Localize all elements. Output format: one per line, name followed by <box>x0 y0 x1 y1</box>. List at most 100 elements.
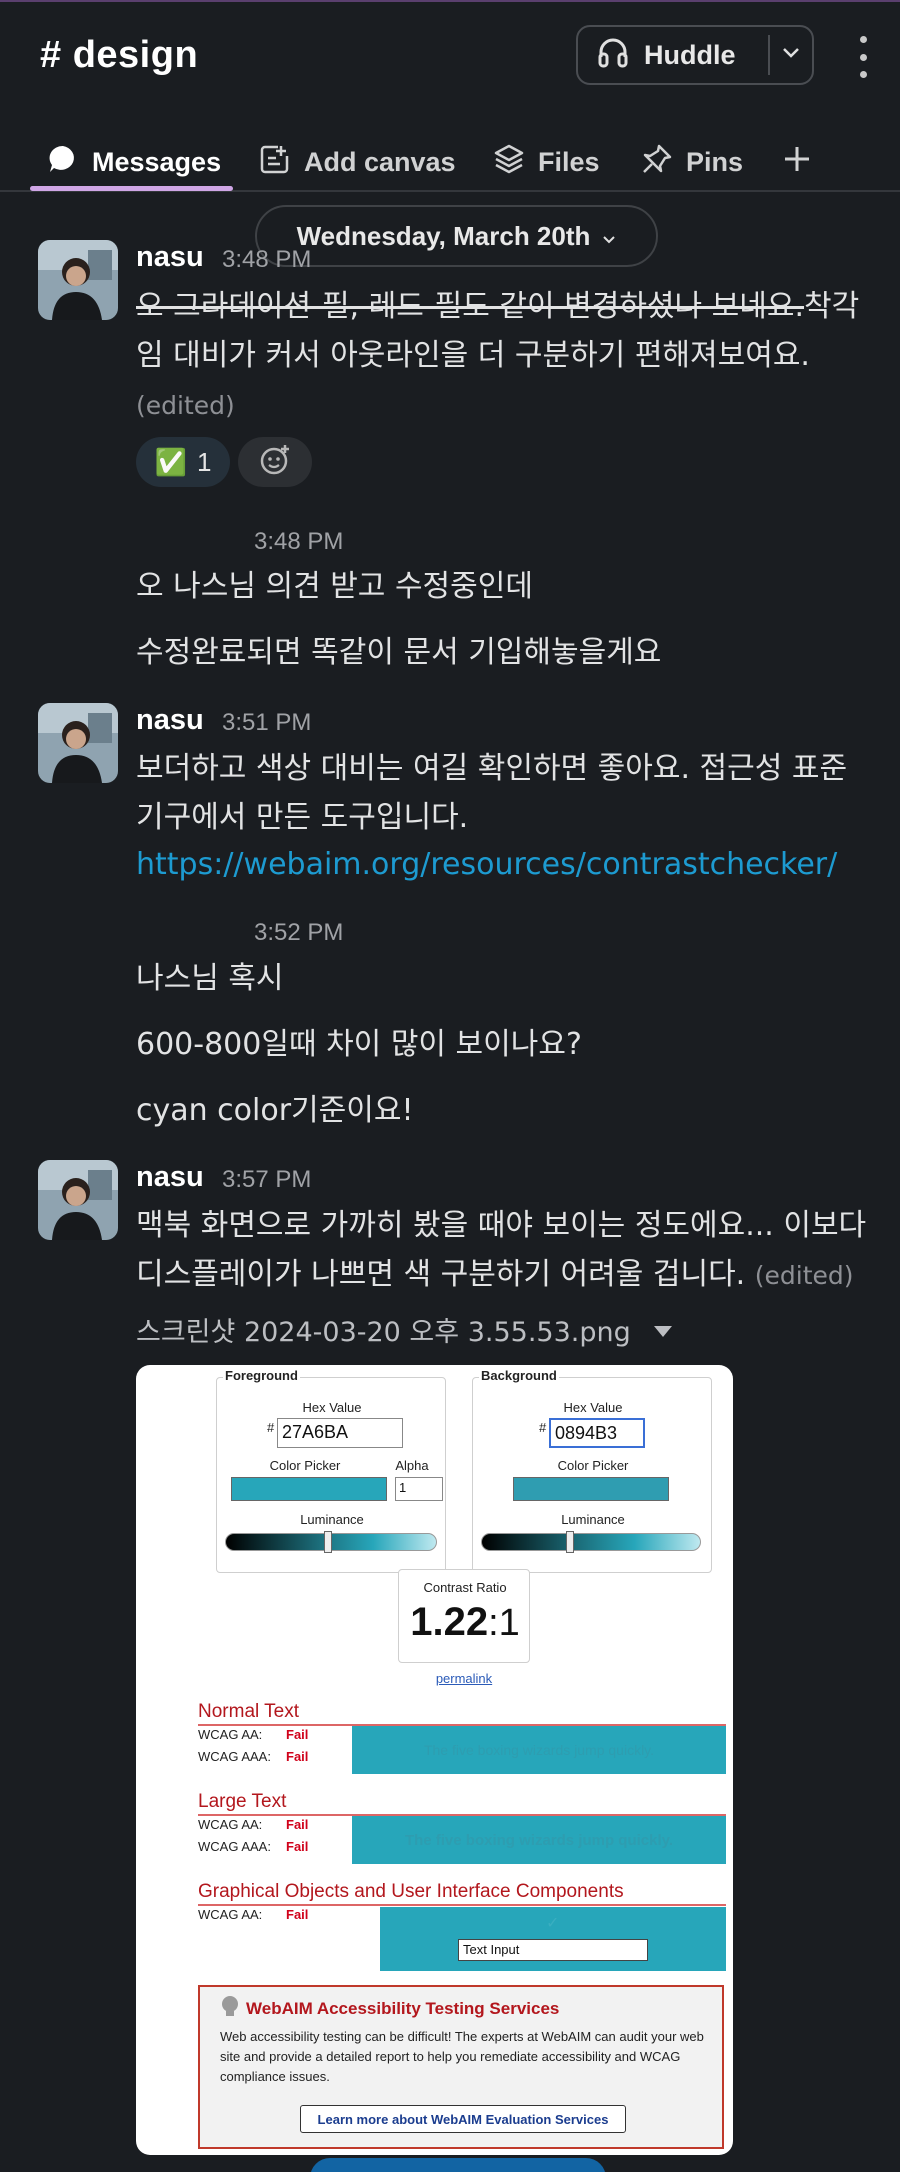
section-divider <box>198 1904 726 1906</box>
tab-pins[interactable]: Pins <box>640 132 743 192</box>
wcag-result: Fail <box>286 1817 309 1832</box>
caret-down-icon[interactable] <box>653 1314 673 1345</box>
tab-label: Files <box>538 146 600 177</box>
canvas-icon <box>258 142 292 183</box>
contrast-ratio-value: 1.22:1 <box>399 1600 531 1645</box>
reaction-pill[interactable]: ✅ 1 <box>136 437 230 487</box>
tab-label: Add canvas <box>304 146 456 177</box>
jump-to-recent-button[interactable] <box>310 2158 606 2172</box>
wcag-result: Fail <box>286 1839 309 1854</box>
edited-marker: (edited) <box>754 1261 854 1290</box>
avatar[interactable] <box>38 1160 118 1240</box>
message-author[interactable]: nasu <box>136 1161 204 1194</box>
alpha-label: Alpha <box>395 1458 429 1473</box>
message-text: 수정완료되면 똑같이 문서 기입해놓을게요 <box>136 635 662 670</box>
attachment-filename[interactable]: 스크린샷 2024-03-20 오후 3.55.53.png <box>136 1310 673 1349</box>
wcag-result: Fail <box>286 1727 309 1742</box>
pin-icon <box>640 142 674 183</box>
ad-heading: WebAIM Accessibility Testing Services <box>220 1995 559 2022</box>
message-timestamp[interactable]: 3:48 PM <box>254 528 343 556</box>
message-text: 오 그라데이션-필, 레드-필도 같이 변경하셨나 보네요.착각임 대비가 커서… <box>136 282 876 430</box>
huddle-button-group: Huddle <box>576 25 814 85</box>
message-link[interactable]: https://webaim.org/resources/contrastche… <box>136 840 876 889</box>
wcag-result: Fail <box>286 1907 309 1922</box>
hash-label: # <box>539 1420 547 1435</box>
tab-label: Pins <box>686 146 744 177</box>
message-text: 600-800일때 차이 많이 보이나요? <box>136 1027 582 1062</box>
message-text: 오 나스님 의견 받고 수정중인데 <box>136 569 533 604</box>
date-divider-label: Wednesday, March 20th <box>296 220 591 251</box>
wcag-label: WCAG AA: <box>198 1907 263 1922</box>
message-timestamp[interactable]: 3:48 PM <box>222 246 311 274</box>
add-reaction-button[interactable] <box>238 437 312 487</box>
background-legend: Background <box>479 1368 559 1383</box>
background-panel: Background Hex Value # 0894B3 Color Pick… <box>472 1368 712 1573</box>
foreground-panel: Foreground Hex Value # 27A6BA Color Pick… <box>216 1368 446 1573</box>
channel-header: # design Huddle <box>0 0 900 118</box>
foreground-color-picker[interactable] <box>231 1477 387 1501</box>
huddle-options-button[interactable] <box>770 27 812 83</box>
foreground-legend: Foreground <box>223 1368 300 1383</box>
check-mark-emoji-icon: ✅ <box>154 446 187 477</box>
message-timestamp[interactable]: 3:51 PM <box>222 709 311 737</box>
wcag-result: Fail <box>286 1749 309 1764</box>
background-color-picker[interactable] <box>513 1477 669 1501</box>
background-luminance-slider[interactable] <box>481 1531 701 1553</box>
attachment-image[interactable]: Foreground Hex Value # 27A6BA Color Pick… <box>136 1365 733 2155</box>
message-timestamp[interactable]: 3:52 PM <box>254 919 343 947</box>
channel-title[interactable]: # design <box>40 34 198 77</box>
wcag-label: WCAG AA: <box>198 1727 263 1742</box>
huddle-button[interactable]: Huddle <box>578 27 768 83</box>
hash-label: # <box>267 1420 275 1435</box>
ui-component-sample: ✓ Text Input <box>380 1907 726 1971</box>
channel-tabs: Messages Add canvas Files Pins <box>0 118 900 192</box>
tab-files[interactable]: Files <box>492 132 600 192</box>
contrast-ratio-label: Contrast Ratio <box>423 1580 507 1595</box>
hex-label: Hex Value <box>563 1400 623 1415</box>
wcag-label: WCAG AAA: <box>198 1839 271 1854</box>
reaction-count: 1 <box>196 446 212 477</box>
attachment-name: 스크린샷 2024-03-20 오후 3.55.53.png <box>136 1317 631 1348</box>
plus-icon <box>782 144 812 181</box>
text-input-sample[interactable]: Text Input <box>458 1939 648 1961</box>
files-stack-icon <box>492 142 526 183</box>
normal-text-sample: The five boxing wizards jump quickly. <box>352 1726 726 1774</box>
message-bubble-icon <box>46 142 80 183</box>
luminance-label: Luminance <box>561 1512 625 1527</box>
foreground-luminance-slider[interactable] <box>225 1531 437 1553</box>
large-text-sample: The five boxing wizards jump quickly. <box>352 1816 726 1864</box>
slider-thumb[interactable] <box>324 1531 332 1553</box>
permalink-link[interactable]: permalink <box>398 1671 530 1686</box>
message-author[interactable]: nasu <box>136 241 204 274</box>
avatar[interactable] <box>38 703 118 783</box>
ad-body: Web accessibility testing can be difficu… <box>220 2029 704 2084</box>
wcag-label: WCAG AAA: <box>198 1749 271 1764</box>
headphones-icon <box>596 35 630 76</box>
chevron-down-icon <box>781 46 801 65</box>
section-title: Large Text <box>198 1791 287 1812</box>
message-timestamp[interactable]: 3:57 PM <box>222 1166 311 1194</box>
tab-add-canvas[interactable]: Add canvas <box>258 132 456 192</box>
webaim-services-box: WebAIM Accessibility Testing Services We… <box>198 1985 724 2149</box>
background-hex-input[interactable]: 0894B3 <box>549 1418 645 1448</box>
tab-messages[interactable]: Messages <box>46 132 221 192</box>
wcag-label: WCAG AA: <box>198 1817 263 1832</box>
contrast-suffix: :1 <box>488 1602 520 1644</box>
avatar[interactable] <box>38 240 118 320</box>
hex-label: Hex Value <box>302 1400 362 1415</box>
active-tab-indicator <box>30 186 233 191</box>
message-text: 맥북 화면으로 가까히 봤을 때야 보이는 정도에요... 이보다 디스플레이가… <box>136 1201 876 1300</box>
alpha-input[interactable]: 1 <box>395 1477 443 1501</box>
chevron-down-icon <box>602 221 616 252</box>
message-text: 나스님 혹시 <box>136 961 284 996</box>
foreground-hex-input[interactable]: 27A6BA <box>277 1418 403 1448</box>
learn-more-button[interactable]: Learn more about WebAIM Evaluation Servi… <box>300 2105 626 2133</box>
color-picker-label: Color Picker <box>269 1458 341 1473</box>
more-options-icon[interactable] <box>848 32 878 82</box>
slider-thumb[interactable] <box>566 1531 574 1553</box>
contrast-number: 1.22 <box>410 1600 489 1644</box>
message-author[interactable]: nasu <box>136 704 204 737</box>
section-title: Graphical Objects and User Interface Com… <box>198 1881 624 1902</box>
date-divider-button[interactable]: Wednesday, March 20th <box>255 205 658 267</box>
add-tab-button[interactable] <box>782 132 812 192</box>
